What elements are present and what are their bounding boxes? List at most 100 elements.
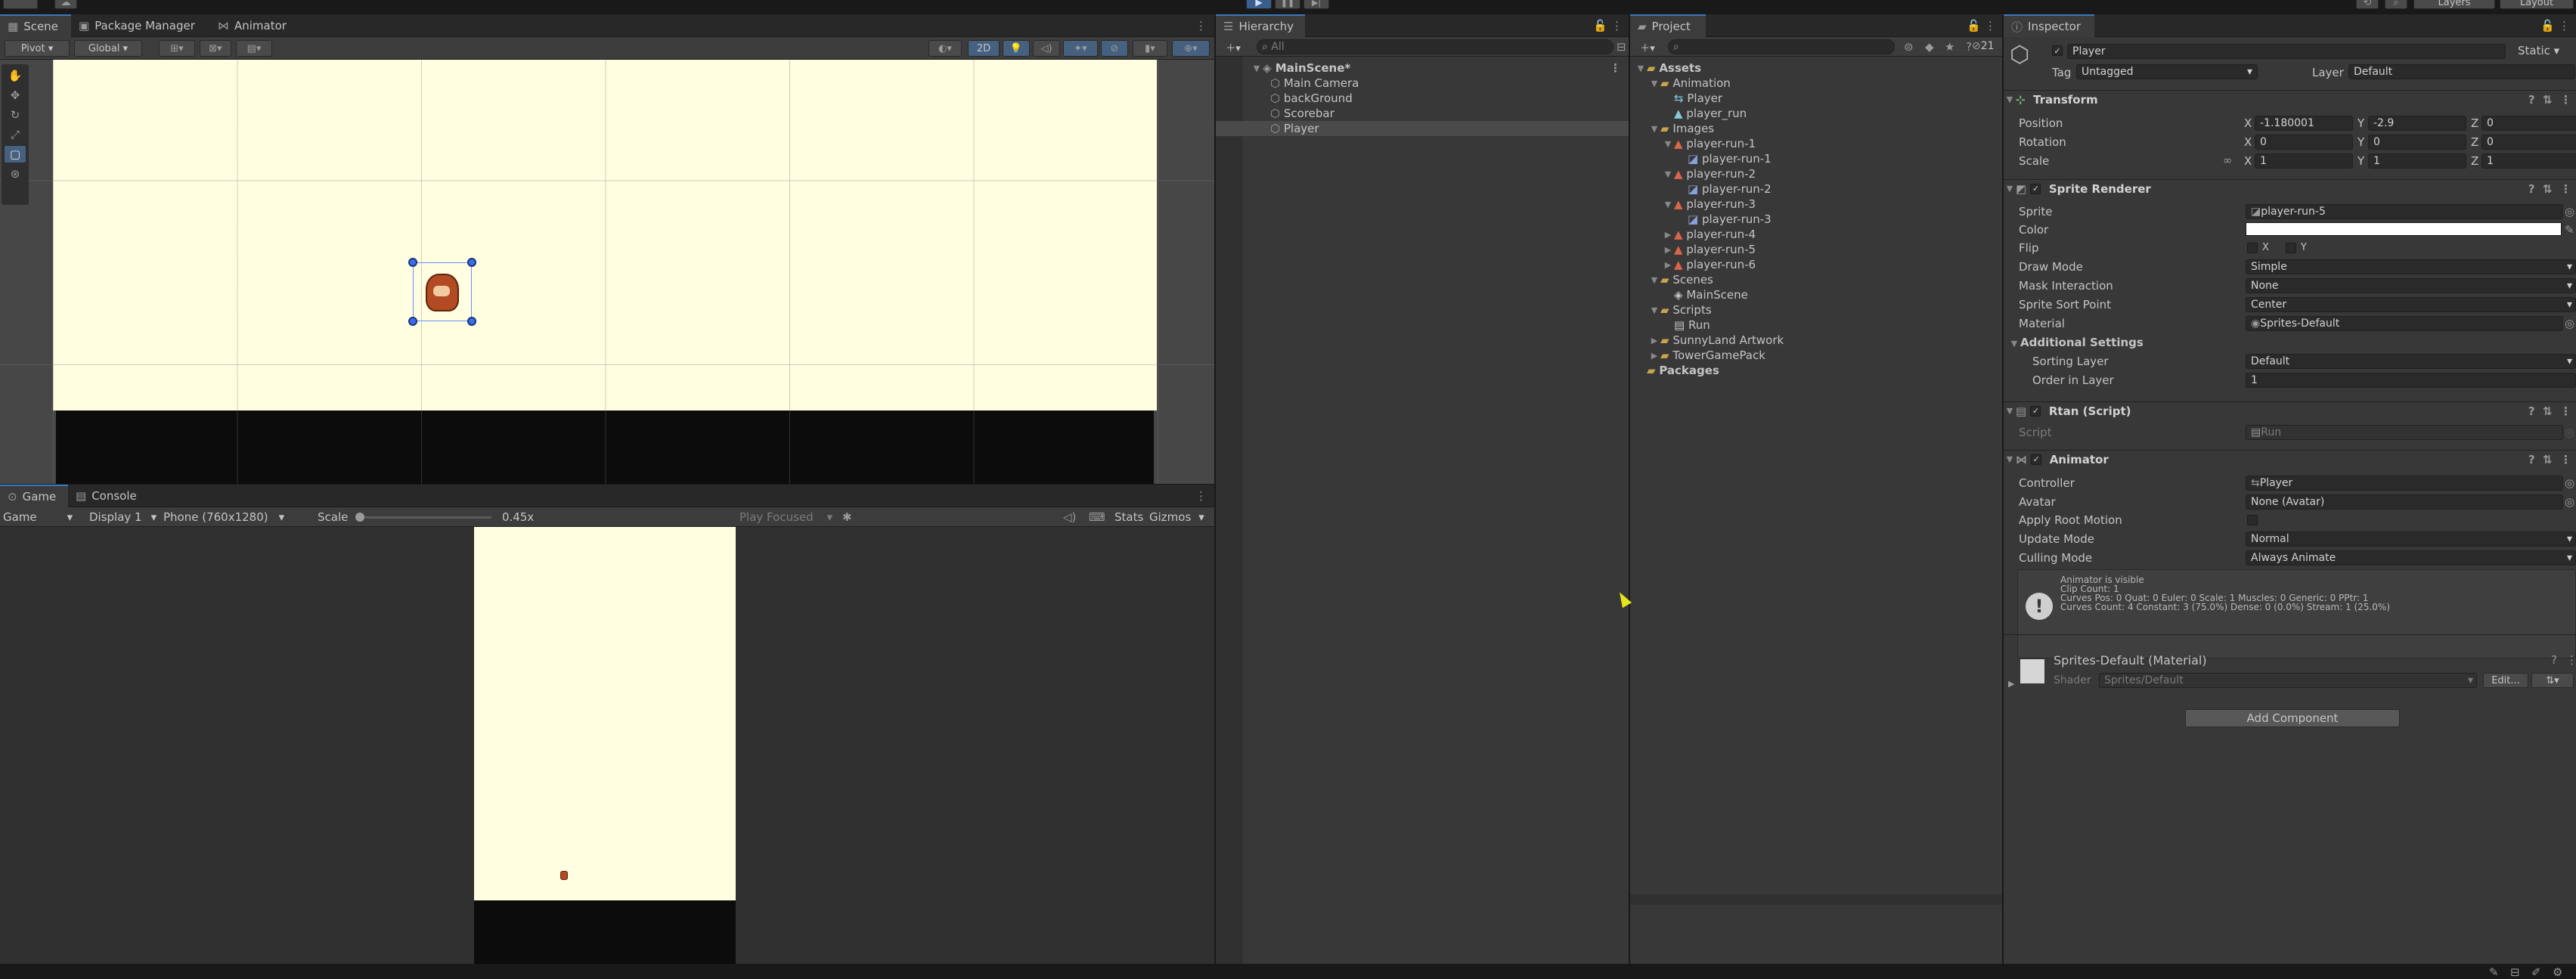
more-icon[interactable]: ⋮ [2566, 653, 2576, 667]
project-item[interactable]: ▼ ▰ Images [1630, 121, 2002, 136]
sorting-layer-dropdown[interactable]: Default ▾ [2246, 354, 2576, 369]
hierarchy-scene-row[interactable]: ▼ ◈ MainScene* ⋮ [1216, 60, 1629, 76]
rotation-z-field[interactable]: 0 [2481, 135, 2576, 150]
expand-icon[interactable]: ▼ [1648, 275, 1660, 285]
global-dropdown[interactable]: Global ▾ [74, 40, 142, 57]
position-x-field[interactable]: -1.180001 [2255, 116, 2353, 131]
play-button[interactable]: ▶ [1246, 0, 1272, 9]
project-item[interactable]: ▶ ▰ TowerGamePack [1630, 348, 2002, 363]
sprite-sort-point-dropdown[interactable]: Center ▾ [2246, 297, 2576, 312]
edit-shader-button[interactable]: Edit... [2483, 673, 2528, 688]
rotation-x-axis-label[interactable]: X [2244, 135, 2252, 149]
create-button[interactable]: ＋▾ [1219, 39, 1248, 55]
expand-icon[interactable]: ▼ [1648, 79, 1660, 88]
pause-button[interactable]: ❚❚ [1275, 0, 1300, 9]
add-component-button[interactable]: Add Component [2185, 709, 2400, 727]
rect-handle-bl[interactable] [408, 317, 417, 326]
scale-tool-icon[interactable]: ⤢ [5, 126, 26, 143]
scale-z-axis-label[interactable]: Z [2471, 154, 2478, 168]
expand-icon[interactable]: ▼ [1662, 139, 1674, 149]
hierarchy-item[interactable]: ⬡ Player [1216, 121, 1629, 136]
project-create-button[interactable]: ＋▾ [1633, 39, 1662, 55]
help-icon[interactable]: ? [2528, 182, 2535, 196]
project-item[interactable]: ▼ ▰ Scripts [1630, 302, 2002, 318]
mask-interaction-dropdown[interactable]: None ▾ [2246, 278, 2576, 293]
scale-y-axis-label[interactable]: Y [2357, 154, 2364, 168]
flip-y-checkbox[interactable] [2285, 242, 2296, 253]
object-picker-icon[interactable]: ◎ [2565, 205, 2574, 218]
help-icon[interactable]: ? [2528, 404, 2535, 418]
project-item[interactable]: ◪ player-run-1 [1630, 151, 2002, 166]
search-by-label-icon[interactable]: ◆ [1925, 40, 1934, 54]
help-icon[interactable]: ? [2528, 453, 2535, 466]
position-y-axis-label[interactable]: Y [2357, 116, 2364, 130]
lock-icon[interactable]: 🔓 [1967, 19, 1981, 33]
grid-snap-button[interactable]: ⊞▾ [159, 40, 195, 57]
preset-icon[interactable]: ⇅ [2543, 404, 2553, 418]
search-button[interactable]: ⌕ [2385, 0, 2407, 9]
position-x-axis-label[interactable]: X [2244, 116, 2252, 130]
rotation-y-field[interactable]: 0 [2368, 135, 2466, 150]
eyedropper-icon[interactable]: ✎ [2565, 223, 2574, 237]
color-swatch[interactable] [2246, 222, 2562, 236]
layers-dropdown[interactable]: Layers [2413, 0, 2495, 9]
game-mode-dropdown[interactable]: Game ▾ [3, 510, 73, 524]
gizmos-button[interactable]: ⊕▾ [1172, 40, 1210, 57]
project-item[interactable]: ▼ ▲ player-run-3 [1630, 197, 2002, 212]
sprite-renderer-enabled-checkbox[interactable]: ✓ [2030, 183, 2041, 194]
more-icon[interactable]: ⋮ [2560, 182, 2571, 196]
pivot-dropdown[interactable]: Pivot ▾ [5, 40, 70, 57]
project-item[interactable]: ▰ Packages [1630, 363, 2002, 378]
apply-root-motion-checkbox[interactable] [2247, 515, 2258, 525]
animator-enabled-checkbox[interactable]: ✓ [2031, 454, 2042, 465]
project-item[interactable]: ▼ ▲ player-run-2 [1630, 166, 2002, 181]
help-icon[interactable]: ? [1966, 40, 1972, 54]
project-item[interactable]: ◪ player-run-2 [1630, 181, 2002, 197]
more-icon[interactable]: ⋮ [1985, 19, 1996, 33]
additional-settings-foldout[interactable]: ▼ Additional Settings [2008, 336, 2144, 349]
lock-icon[interactable]: 🔓 [1593, 19, 1607, 33]
scale-x-axis-label[interactable]: X [2244, 154, 2252, 168]
cloud-button[interactable]: ☁ [54, 0, 77, 9]
2d-toggle[interactable]: 2D [968, 40, 1000, 57]
project-item[interactable]: ▶ ▲ player-run-5 [1630, 242, 2002, 257]
script-enabled-checkbox[interactable]: ✓ [2030, 405, 2041, 417]
tab-animator[interactable]: ⋈ Animator [210, 14, 294, 37]
expand-icon[interactable]: ▶ [1662, 245, 1674, 255]
play-focused-dropdown[interactable]: Play Focused ▾ [739, 510, 832, 524]
gizmos-dropdown[interactable]: Gizmos ▾ [1149, 510, 1204, 524]
position-z-field[interactable]: 0 [2481, 116, 2576, 131]
object-picker-icon[interactable]: ◎ [2565, 476, 2574, 490]
filter-icon[interactable]: ⊟ [1617, 40, 1626, 54]
expand-icon[interactable]: ▶ [1662, 260, 1674, 270]
game-view[interactable] [0, 527, 1214, 964]
position-z-axis-label[interactable]: Z [2471, 116, 2478, 130]
lock-icon[interactable]: 🔓 [2540, 19, 2555, 33]
project-item[interactable]: ▼ ▰ Scenes [1630, 272, 2002, 287]
rotate-tool-icon[interactable]: ↻ [5, 107, 26, 123]
project-item[interactable]: ▼ ▰ Assets [1630, 60, 2002, 76]
preset-icon[interactable]: ⇅ [2543, 182, 2553, 196]
project-item[interactable]: ▼ ▲ player-run-1 [1630, 136, 2002, 151]
hierarchy-item[interactable]: ⬡ Main Camera [1216, 76, 1629, 91]
fold-icon[interactable]: ▶ [2008, 679, 2014, 689]
more-icon[interactable]: ⋮ [1611, 19, 1623, 33]
more-icon[interactable]: ⋮ [1195, 19, 1207, 33]
account-button[interactable] [3, 0, 38, 9]
more-icon[interactable]: ⋮ [2560, 453, 2571, 466]
scale-slider-thumb[interactable] [355, 513, 364, 522]
active-checkbox[interactable]: ✓ [2052, 45, 2063, 56]
position-y-field[interactable]: -2.9 [2368, 116, 2466, 131]
expand-icon[interactable]: ▶ [1662, 230, 1674, 240]
scale-slider[interactable] [355, 513, 491, 522]
rect-tool-icon[interactable]: ▢ [5, 146, 26, 163]
object-picker-icon[interactable]: ◎ [2565, 495, 2574, 509]
display-dropdown[interactable]: Display 1 ▾ [89, 510, 157, 524]
expand-icon[interactable]: ▼ [1648, 305, 1660, 315]
scale-x-field[interactable]: 1 [2255, 153, 2353, 169]
expand-icon[interactable]: ▼ [1662, 169, 1674, 179]
transform-header[interactable]: ▼ ⊹ Transform ? ⇅ ⋮ [2004, 90, 2576, 108]
rect-handle-br[interactable] [467, 317, 476, 326]
fold-icon[interactable]: ▼ [2004, 94, 2016, 104]
fold-icon[interactable]: ▼ [2004, 454, 2016, 464]
